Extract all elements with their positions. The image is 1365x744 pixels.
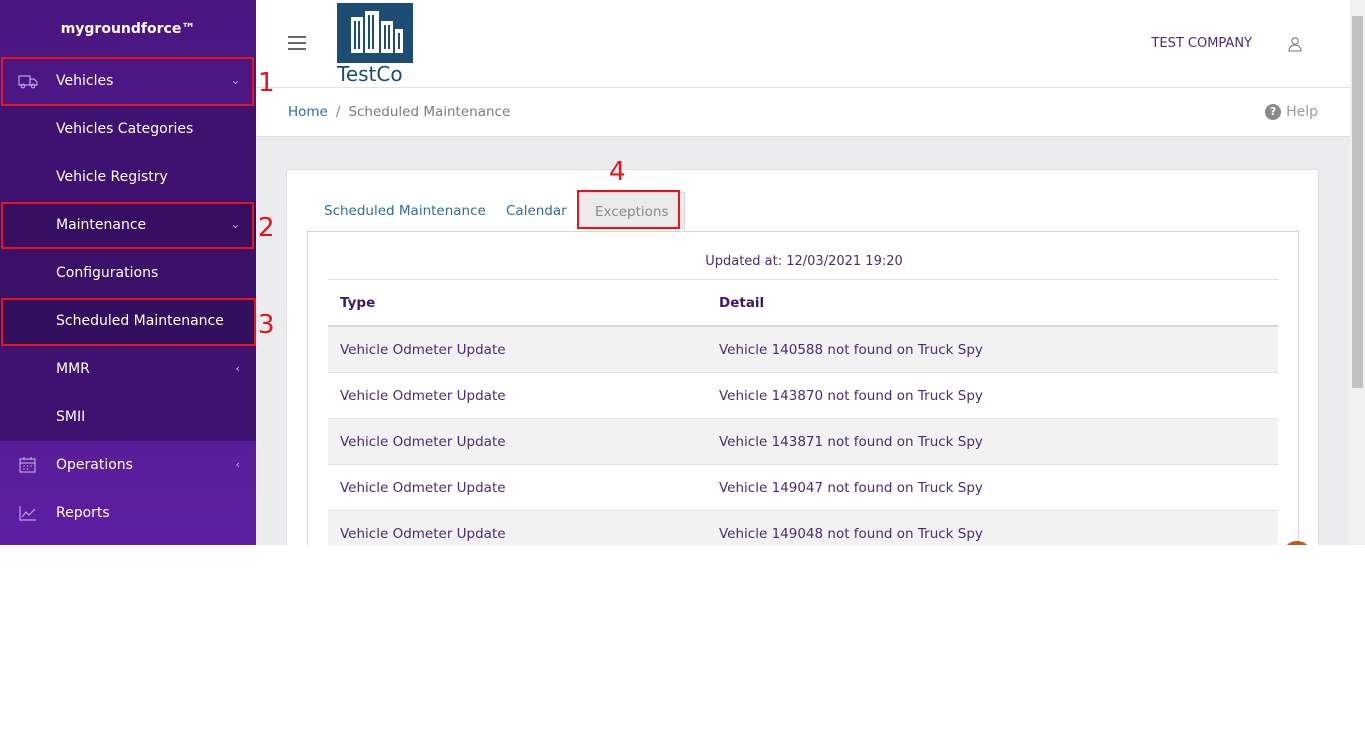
sidebar-item-label: Operations [56, 457, 133, 473]
cell-detail: Vehicle 149047 not found on Truck Spy [719, 480, 983, 496]
sidebar-item-label: Configurations [56, 265, 159, 281]
help-label: Help [1286, 104, 1318, 120]
sidebar-item-operations[interactable]: Operations ‹ [0, 441, 256, 489]
company-logo: TestCo [337, 3, 413, 85]
annotation-box-4 [577, 190, 680, 229]
annotation-number-2: 2 [258, 213, 275, 243]
sidebar-item-mmr[interactable]: MMR ‹ [0, 345, 256, 393]
cell-detail: Vehicle 143871 not found on Truck Spy [719, 434, 983, 450]
table-row: Vehicle Odmeter Update Vehicle 149048 no… [328, 511, 1278, 545]
annotation-number-1: 1 [258, 68, 275, 98]
maintenance-card: Scheduled Maintenance Calendar Exception… [286, 169, 1319, 545]
chart-line-icon [19, 506, 36, 521]
annotation-number-3: 3 [258, 310, 275, 340]
cell-type: Vehicle Odmeter Update [340, 526, 506, 542]
sidebar-item-smii[interactable]: SMII [0, 393, 256, 441]
sidebar-item-label: MMR [56, 361, 90, 377]
column-header-type: Type [340, 295, 376, 311]
sidebar-item-reports[interactable]: Reports [0, 489, 256, 537]
sidebar-item-label: SMII [56, 409, 86, 425]
hamburger-menu-icon[interactable] [288, 36, 306, 50]
updated-timestamp: Updated at: 12/03/2021 19:20 [705, 254, 903, 269]
sidebar-item-label: Vehicle Registry [56, 169, 168, 185]
table-row: Vehicle Odmeter Update Vehicle 140588 no… [328, 327, 1278, 373]
table-row: Vehicle Odmeter Update Vehicle 143870 no… [328, 373, 1278, 419]
page-scrollbar[interactable] [1350, 0, 1365, 545]
cell-detail: Vehicle 149048 not found on Truck Spy [719, 526, 983, 542]
annotation-box-3 [1, 298, 256, 346]
logo-text: TestCo [337, 62, 403, 86]
help-link[interactable]: ? Help [1265, 104, 1318, 120]
breadcrumb-home-link[interactable]: Home [288, 104, 328, 120]
building-icon [351, 11, 403, 53]
table-row: Vehicle Odmeter Update Vehicle 143871 no… [328, 419, 1278, 465]
sidebar-item-label: Reports [56, 505, 110, 521]
calendar-icon [19, 457, 36, 473]
chevron-left-icon: ‹ [235, 362, 240, 375]
table-header: Type Detail [328, 279, 1278, 327]
breadcrumb-current: Scheduled Maintenance [348, 104, 511, 120]
cell-type: Vehicle Odmeter Update [340, 388, 506, 404]
user-icon[interactable] [1288, 36, 1302, 52]
tab-calendar[interactable]: Calendar [506, 192, 567, 230]
exceptions-panel: Updated at: 12/03/2021 19:20 Type Detail… [307, 230, 1299, 545]
annotation-box-2 [1, 202, 254, 249]
cell-detail: Vehicle 143870 not found on Truck Spy [719, 388, 983, 404]
annotation-box-1 [1, 57, 254, 106]
exceptions-table: Type Detail Vehicle Odmeter Update Vehic… [328, 279, 1278, 545]
breadcrumb-bar: Home / Scheduled Maintenance ? Help [256, 88, 1350, 137]
table-row: Vehicle Odmeter Update Vehicle 149047 no… [328, 465, 1278, 511]
breadcrumb: Home / Scheduled Maintenance [288, 104, 510, 120]
scrollbar-thumb[interactable] [1352, 16, 1363, 388]
chevron-left-icon: ‹ [235, 458, 240, 471]
cell-type: Vehicle Odmeter Update [340, 480, 506, 496]
tab-bar: Scheduled Maintenance Calendar Exception… [307, 192, 1299, 232]
top-header: TestCo TEST COMPANY [256, 0, 1350, 88]
help-icon: ? [1265, 104, 1282, 120]
column-header-detail: Detail [719, 295, 765, 311]
breadcrumb-separator: / [335, 104, 341, 120]
sidebar-item-vehicle-registry[interactable]: Vehicle Registry [0, 153, 256, 201]
company-name[interactable]: TEST COMPANY [1151, 36, 1252, 51]
tab-scheduled-maintenance[interactable]: Scheduled Maintenance [324, 192, 486, 230]
annotation-number-4: 4 [609, 157, 626, 187]
sidebar-item-label: Vehicles Categories [56, 121, 194, 137]
app-window: mygroundforce™ Vehicles ⌄ Vehicles Categ… [0, 0, 1365, 545]
cell-type: Vehicle Odmeter Update [340, 342, 506, 358]
cell-detail: Vehicle 140588 not found on Truck Spy [719, 342, 983, 358]
brand-title: mygroundforce™ [60, 21, 196, 37]
cell-type: Vehicle Odmeter Update [340, 434, 506, 450]
sidebar-item-configurations[interactable]: Configurations [0, 249, 256, 297]
sidebar-item-vehicles-categories[interactable]: Vehicles Categories [0, 105, 256, 153]
